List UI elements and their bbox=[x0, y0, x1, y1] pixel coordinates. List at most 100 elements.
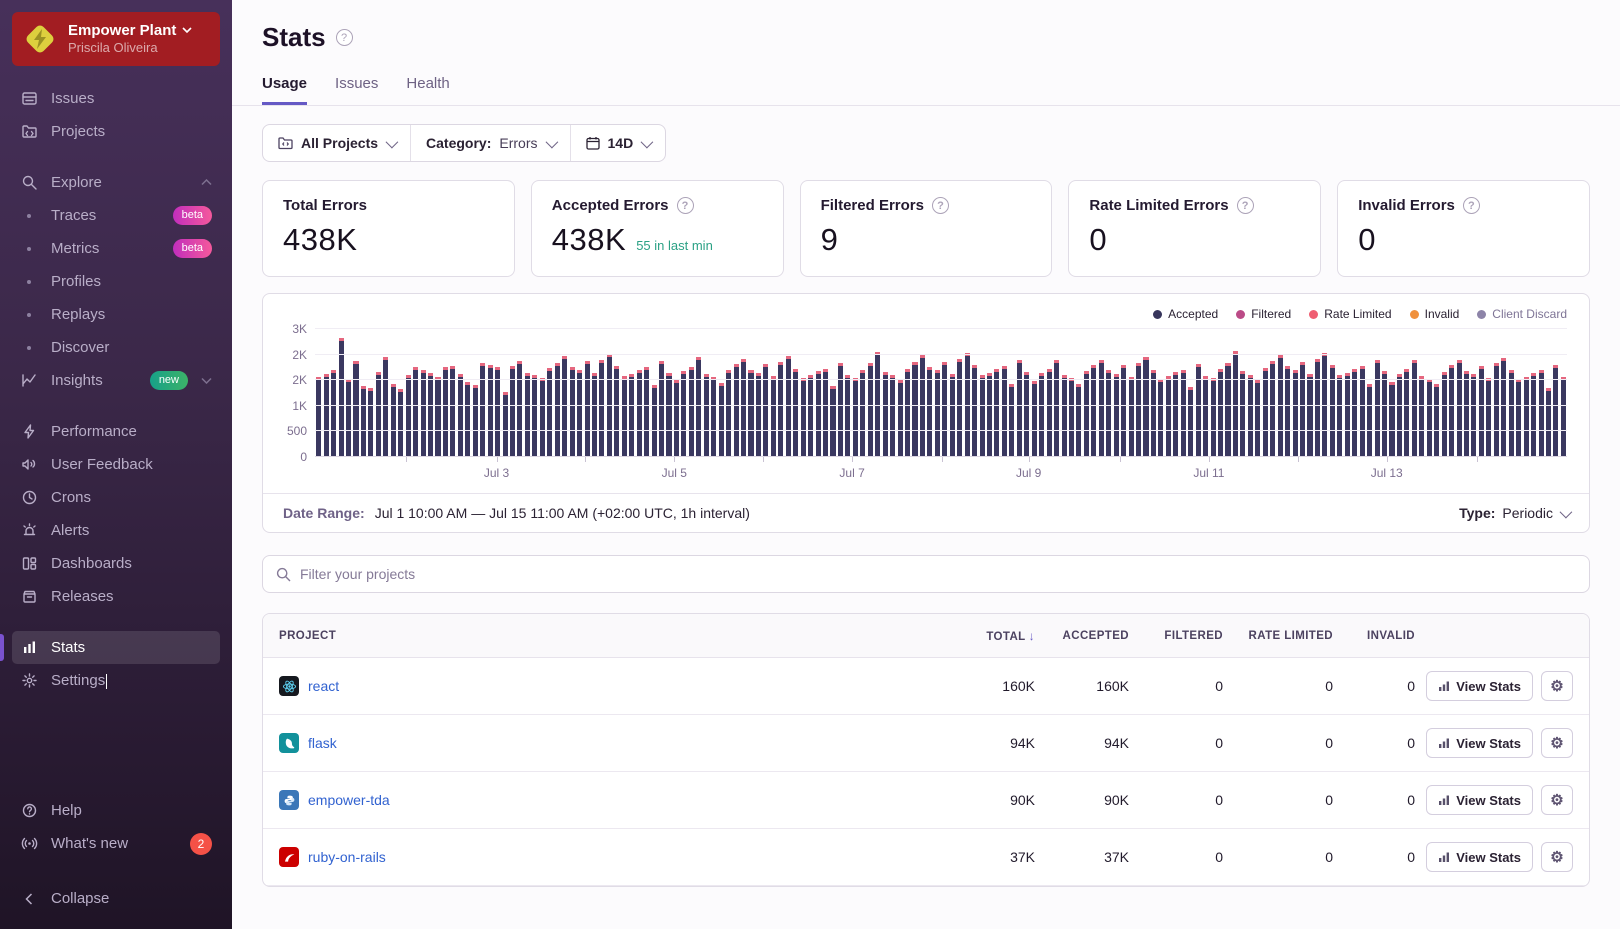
chart-plot bbox=[315, 328, 1567, 457]
sidebar-item-metrics[interactable]: Metrics beta bbox=[12, 232, 220, 265]
project-link[interactable]: empower-tda bbox=[308, 792, 390, 808]
help-icon[interactable]: ? bbox=[1236, 197, 1254, 214]
bullet-icon bbox=[20, 246, 38, 251]
help-icon[interactable]: ? bbox=[1462, 197, 1480, 214]
chart-type-selector[interactable]: Type: Periodic bbox=[1459, 505, 1573, 521]
legend-item-accepted[interactable]: Accepted bbox=[1153, 307, 1218, 321]
sidebar-item-settings[interactable]: Settings bbox=[12, 664, 220, 697]
chevron-left-icon bbox=[20, 892, 38, 905]
legend-item-rate-limited[interactable]: Rate Limited bbox=[1309, 307, 1392, 321]
chart-bar bbox=[1433, 329, 1440, 457]
chart-bar bbox=[889, 329, 896, 457]
chart-bar bbox=[360, 329, 367, 457]
tab-health[interactable]: Health bbox=[406, 75, 449, 105]
sidebar-item-releases[interactable]: Releases bbox=[12, 580, 220, 613]
sidebar-item-alerts[interactable]: Alerts bbox=[12, 514, 220, 547]
project-settings-button[interactable]: ⚙ bbox=[1541, 842, 1573, 872]
x-axis-tick bbox=[942, 457, 944, 462]
chart-bar bbox=[322, 329, 329, 457]
chart-bar bbox=[1485, 329, 1492, 457]
chart-bar bbox=[1001, 329, 1008, 457]
help-icon[interactable]: ? bbox=[931, 197, 949, 214]
legend-item-client-discard[interactable]: Client Discard bbox=[1477, 307, 1567, 321]
column-header-total[interactable]: TOTAL ↓ bbox=[927, 629, 1035, 643]
view-stats-button[interactable]: View Stats bbox=[1426, 842, 1533, 872]
project-link[interactable]: ruby-on-rails bbox=[308, 849, 386, 865]
x-axis-tick bbox=[1297, 457, 1299, 462]
column-header-filtered[interactable]: FILTERED bbox=[1129, 630, 1223, 642]
sidebar-item-replays[interactable]: Replays bbox=[12, 298, 220, 331]
sidebar-item-issues[interactable]: Issues bbox=[12, 82, 220, 115]
sidebar-item-explore[interactable]: Explore bbox=[12, 166, 220, 199]
project-settings-button[interactable]: ⚙ bbox=[1541, 728, 1573, 758]
chart-bar bbox=[1515, 329, 1522, 457]
main-content: Stats ? Usage Issues Health All Projects… bbox=[232, 0, 1620, 929]
help-icon[interactable]: ? bbox=[676, 197, 694, 214]
app-root: Empower Plant Priscila Oliveira Issues P… bbox=[0, 0, 1620, 929]
chevron-down-icon bbox=[182, 27, 192, 34]
chart-bar bbox=[486, 329, 493, 457]
chart-bar bbox=[419, 329, 426, 457]
sidebar-item-profiles[interactable]: Profiles bbox=[12, 265, 220, 298]
sidebar-collapse-button[interactable]: Collapse bbox=[12, 882, 220, 915]
chart-bar bbox=[1180, 329, 1187, 457]
column-header-invalid[interactable]: INVALID bbox=[1333, 630, 1415, 642]
column-header-rate-limited[interactable]: RATE LIMITED bbox=[1223, 630, 1333, 642]
view-stats-button[interactable]: View Stats bbox=[1426, 728, 1533, 758]
chart-bar bbox=[755, 329, 762, 457]
chart-bar bbox=[859, 329, 866, 457]
project-settings-button[interactable]: ⚙ bbox=[1541, 785, 1573, 815]
chart-bar bbox=[1008, 329, 1015, 457]
new-badge: new bbox=[149, 371, 188, 390]
legend-item-invalid[interactable]: Invalid bbox=[1409, 307, 1459, 321]
chevron-down-icon bbox=[545, 135, 558, 148]
sidebar-item-stats[interactable]: Stats bbox=[0, 631, 220, 664]
org-switcher[interactable]: Empower Plant Priscila Oliveira bbox=[12, 12, 220, 66]
sidebar-item-help[interactable]: Help bbox=[12, 794, 220, 827]
sidebar-item-user-feedback[interactable]: User Feedback bbox=[12, 448, 220, 481]
x-axis-tick bbox=[496, 457, 498, 462]
column-header-accepted[interactable]: ACCEPTED bbox=[1035, 630, 1129, 642]
sidebar-item-performance[interactable]: Performance bbox=[12, 415, 220, 448]
chart-bar bbox=[725, 329, 732, 457]
view-stats-button[interactable]: View Stats bbox=[1426, 671, 1533, 701]
tab-issues[interactable]: Issues bbox=[335, 75, 378, 105]
y-axis-tick-label: 500 bbox=[286, 424, 307, 439]
chart-bar bbox=[814, 329, 821, 457]
chart-bar bbox=[1411, 329, 1418, 457]
category-selector[interactable]: Category: Errors bbox=[410, 125, 569, 161]
chart-bar bbox=[464, 329, 471, 457]
legend-dot-icon bbox=[1309, 309, 1319, 319]
chart-bar bbox=[1321, 329, 1328, 457]
sidebar-item-insights[interactable]: Insights new bbox=[12, 364, 220, 397]
sidebar-item-traces[interactable]: Traces beta bbox=[12, 199, 220, 232]
tab-usage[interactable]: Usage bbox=[262, 75, 308, 105]
chart-footer: Date Range: Jul 1 10:00 AM — Jul 15 11:0… bbox=[263, 493, 1589, 532]
project-selector[interactable]: All Projects bbox=[263, 125, 410, 161]
chart-bar bbox=[1165, 329, 1172, 457]
column-header-project[interactable]: PROJECT bbox=[279, 630, 927, 642]
sidebar-item-dashboards[interactable]: Dashboards bbox=[12, 547, 220, 580]
view-stats-button[interactable]: View Stats bbox=[1426, 785, 1533, 815]
sidebar-item-discover[interactable]: Discover bbox=[12, 331, 220, 364]
legend-item-filtered[interactable]: Filtered bbox=[1236, 307, 1291, 321]
table-row: ruby-on-rails 37K 37K 0 0 0 View Stats ⚙ bbox=[263, 829, 1589, 886]
chart-bar bbox=[1217, 329, 1224, 457]
chart-bar bbox=[1500, 329, 1507, 457]
chart-bar bbox=[1142, 329, 1149, 457]
chart-bar bbox=[740, 329, 747, 457]
project-filter-input[interactable] bbox=[300, 566, 1576, 582]
x-axis-tick bbox=[1386, 457, 1388, 462]
y-axis-tick-label: 2K bbox=[292, 373, 307, 388]
calendar-icon bbox=[585, 137, 600, 150]
sidebar-item-whats-new[interactable]: What's new 2 bbox=[12, 827, 220, 860]
date-range-selector[interactable]: 14D bbox=[569, 125, 666, 161]
sidebar-item-crons[interactable]: Crons bbox=[12, 481, 220, 514]
chart-bar bbox=[1440, 329, 1447, 457]
project-link[interactable]: react bbox=[308, 678, 339, 694]
sidebar-item-projects[interactable]: Projects bbox=[12, 115, 220, 148]
page-help-icon[interactable]: ? bbox=[335, 29, 353, 46]
broadcast-icon bbox=[20, 835, 38, 852]
project-settings-button[interactable]: ⚙ bbox=[1541, 671, 1573, 701]
project-link[interactable]: flask bbox=[308, 735, 337, 751]
